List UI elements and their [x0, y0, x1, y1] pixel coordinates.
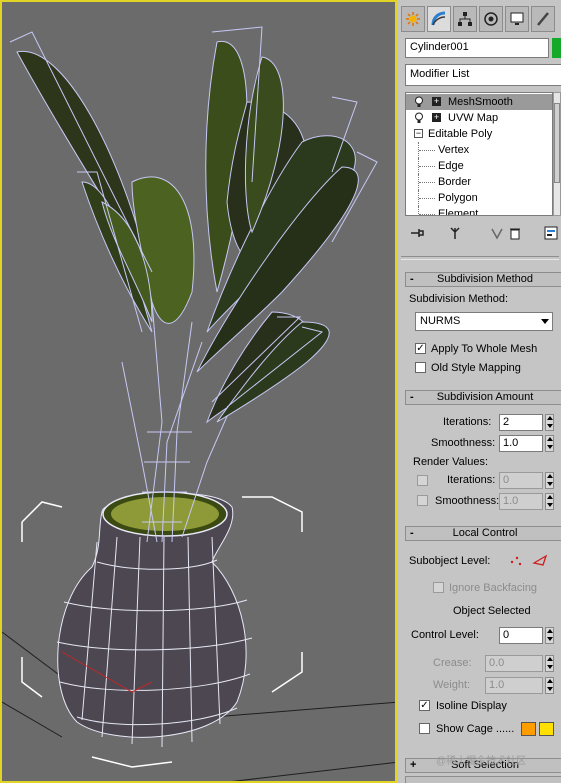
rollout-subdivision-method[interactable]: - Subdivision Method: [405, 272, 561, 287]
stack-item-label: MeshSmooth: [448, 96, 513, 108]
hierarchy-icon[interactable]: [453, 6, 477, 32]
stack-subitem-polygon[interactable]: Polygon: [406, 190, 552, 206]
ignore-backfacing-checkbox[interactable]: [433, 582, 444, 593]
3d-viewport[interactable]: [0, 0, 397, 783]
show-cage-label: Show Cage ......: [436, 723, 515, 735]
rollout-title: Subdivision Amount: [436, 391, 534, 403]
expand-plus-icon[interactable]: +: [432, 113, 441, 122]
rollout-title: Subdivision Method: [436, 273, 533, 285]
smoothness-spinner-arrows[interactable]: [545, 435, 554, 452]
rollout-collapse-icon: -: [410, 391, 414, 403]
stack-toolbar: [405, 222, 561, 244]
stack-item-editable-poly[interactable]: − Editable Poly: [406, 126, 552, 142]
show-end-result-icon[interactable]: [445, 224, 465, 242]
stack-item-label: Editable Poly: [428, 128, 493, 140]
rollout-expand-icon: +: [410, 759, 417, 771]
stack-item-label: Element: [438, 208, 479, 216]
utilities-icon[interactable]: [531, 6, 555, 32]
display-icon[interactable]: [505, 6, 529, 32]
render-iterations-spinner-arrows[interactable]: [545, 472, 554, 489]
crease-label: Crease:: [433, 657, 472, 669]
crease-spinner-field[interactable]: 0.0: [485, 655, 543, 672]
object-color-swatch[interactable]: [552, 38, 561, 58]
divider: [401, 256, 559, 260]
stack-subitem-vertex[interactable]: Vertex: [406, 142, 552, 158]
smoothness-label: Smoothness:: [431, 437, 496, 449]
weight-label: Weight:: [433, 679, 471, 691]
render-smoothness-spinner-arrows[interactable]: [545, 493, 554, 510]
viewport-scene: [2, 26, 395, 781]
object-name-field[interactable]: Cylinder001: [405, 38, 549, 58]
stack-item-label: Border: [438, 176, 472, 188]
show-cage-checkbox[interactable]: [419, 723, 430, 734]
crease-spinner-arrows[interactable]: [545, 655, 554, 672]
weight-spinner-field[interactable]: 1.0: [485, 677, 543, 694]
subobject-level-label: Subobject Level:: [409, 555, 491, 567]
motion-icon[interactable]: [479, 6, 503, 32]
collapse-minus-icon[interactable]: −: [414, 129, 423, 138]
apply-whole-mesh-label: Apply To Whole Mesh: [431, 343, 538, 355]
weight-spinner-arrows[interactable]: [545, 677, 554, 694]
render-iterations-label: Iterations:: [447, 474, 496, 486]
remove-modifier-icon[interactable]: [505, 224, 525, 242]
object-selected-status: Object Selected: [453, 605, 531, 617]
rollout-local-control[interactable]: - Local Control: [405, 526, 561, 541]
configure-modifier-sets-icon[interactable]: [541, 224, 561, 242]
dropdown-value: NURMS: [420, 315, 461, 327]
render-smoothness-checkbox[interactable]: [417, 495, 428, 506]
stack-item-label: Vertex: [438, 144, 470, 156]
render-iterations-checkbox[interactable]: [417, 475, 428, 486]
old-style-mapping-checkbox[interactable]: [415, 362, 426, 373]
control-level-spinner-arrows[interactable]: [545, 627, 554, 644]
apply-whole-mesh-checkbox[interactable]: ✓: [415, 343, 426, 354]
command-panel-tabs: [399, 4, 561, 34]
rollout-collapse-icon: -: [410, 527, 414, 539]
render-smoothness-label: Smoothness:: [435, 495, 500, 507]
render-smoothness-spinner-field[interactable]: 1.0: [499, 493, 543, 510]
smoothness-spinner-field[interactable]: 1.0: [499, 435, 543, 452]
modify-icon[interactable]: [427, 6, 451, 32]
isoline-display-checkbox[interactable]: ✓: [419, 700, 430, 711]
stack-item-uvw-map[interactable]: + UVW Map: [406, 110, 552, 126]
modifier-stack: + MeshSmooth + UVW Map − Editable Poly V…: [405, 92, 553, 216]
stack-item-label: UVW Map: [448, 112, 499, 124]
edge-mode-icon[interactable]: [531, 552, 549, 568]
rollout-collapse-icon: -: [410, 273, 414, 285]
control-level-spinner-field[interactable]: 0: [499, 627, 543, 644]
stack-subitem-edge[interactable]: Edge: [406, 158, 552, 174]
isoline-display-label: Isoline Display: [436, 700, 507, 712]
stack-subitem-border[interactable]: Border: [406, 174, 552, 190]
expand-plus-icon[interactable]: +: [432, 97, 441, 106]
scroll-thumb[interactable]: [554, 103, 560, 183]
iterations-spinner-field[interactable]: 2: [499, 414, 543, 431]
subdivision-method-dropdown[interactable]: NURMS: [415, 312, 553, 331]
ignore-backfacing-label: Ignore Backfacing: [449, 582, 538, 594]
rollout-subdivision-amount[interactable]: - Subdivision Amount: [405, 390, 561, 405]
cage-color-1-swatch[interactable]: [521, 722, 536, 736]
leaves-mesh: [16, 41, 359, 424]
control-level-label: Control Level:: [411, 629, 479, 641]
pin-stack-icon[interactable]: [407, 224, 427, 242]
watermark-text: @稀土掘金技术社区: [436, 756, 527, 767]
vertex-mode-icon[interactable]: [507, 552, 525, 568]
chevron-down-icon: [541, 319, 549, 324]
cage-color-2-swatch[interactable]: [539, 722, 554, 736]
stack-scrollbar[interactable]: [553, 92, 561, 216]
rollout-title: Local Control: [452, 527, 518, 539]
modifier-list-dropdown[interactable]: Modifier List: [405, 64, 561, 86]
stack-item-label: Polygon: [438, 192, 478, 204]
old-style-mapping-label: Old Style Mapping: [431, 362, 521, 374]
command-panel: Cylinder001 Modifier List + MeshSmooth +…: [399, 0, 561, 783]
create-icon[interactable]: [401, 6, 425, 32]
make-unique-icon[interactable]: [487, 224, 507, 242]
rollout-next-collapsed[interactable]: [405, 776, 561, 783]
render-iterations-spinner-field[interactable]: 0: [499, 472, 543, 489]
iterations-label: Iterations:: [443, 416, 492, 428]
subdivision-method-label: Subdivision Method:: [409, 293, 509, 305]
stack-item-label: Edge: [438, 160, 464, 172]
stack-item-meshsmooth[interactable]: + MeshSmooth: [406, 94, 552, 110]
iterations-spinner-arrows[interactable]: [545, 414, 554, 431]
stack-subitem-element[interactable]: Element: [406, 206, 552, 216]
render-values-label: Render Values:: [413, 456, 489, 468]
